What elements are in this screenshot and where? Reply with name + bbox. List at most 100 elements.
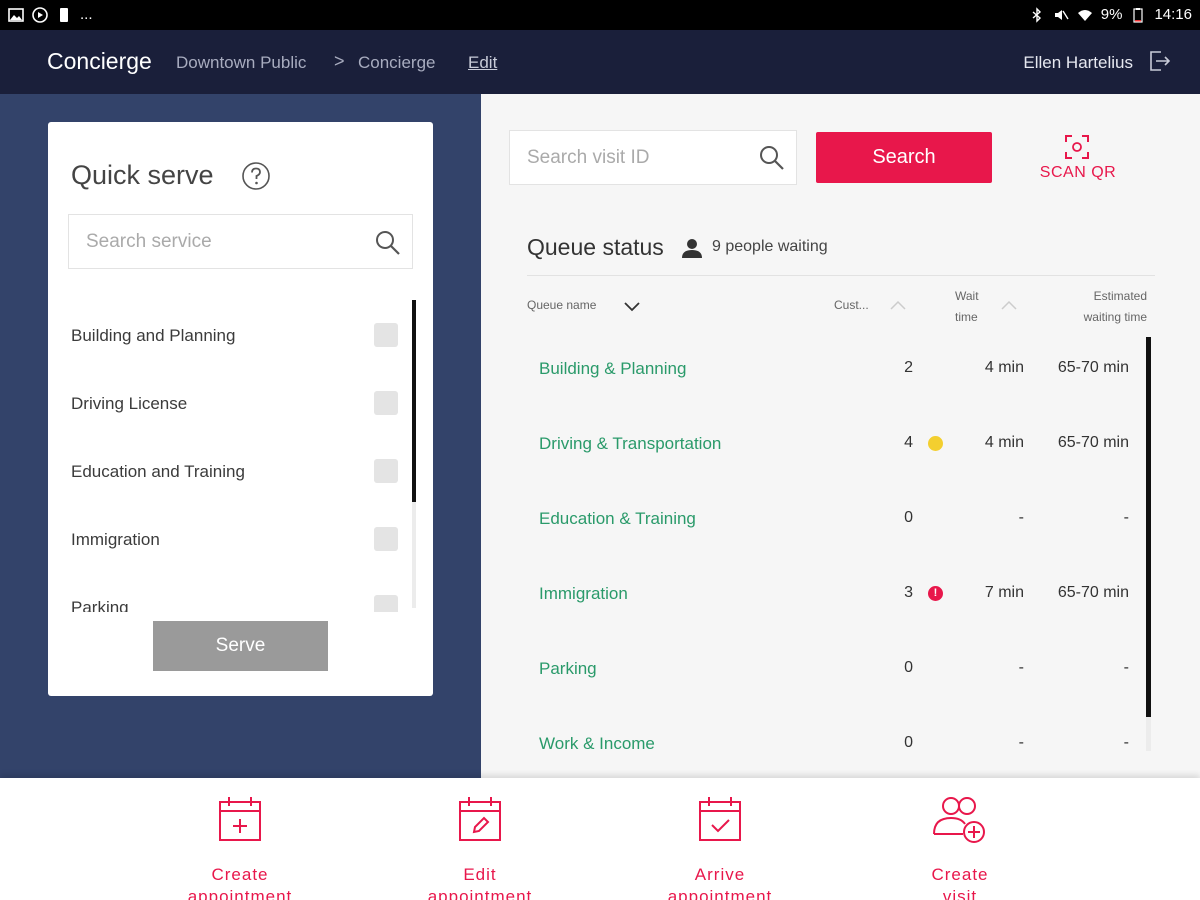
wait-time-line1: Wait	[955, 289, 979, 303]
column-header-wait-time[interactable]: Wait time	[955, 286, 979, 328]
column-header-estimated-waiting-time[interactable]: Estimated waiting time	[1047, 286, 1147, 328]
edit-link[interactable]: Edit	[468, 53, 497, 73]
bottom-action-bar: Create appointment Edit appointment Arri…	[0, 778, 1200, 900]
bluetooth-icon	[1032, 6, 1041, 23]
service-checkbox[interactable]	[374, 459, 398, 483]
chevron-up-icon[interactable]	[1000, 299, 1018, 311]
label-line: visit	[942, 887, 978, 900]
breadcrumb-concierge[interactable]: Concierge	[358, 53, 436, 73]
queue-name-link[interactable]: Education & Training	[539, 509, 696, 529]
person-icon	[682, 239, 702, 258]
queue-row[interactable]: Driving & Transportation 4 4 min 65-70 m…	[527, 424, 1147, 464]
divider	[527, 275, 1155, 276]
service-item[interactable]: Building and Planning	[71, 316, 401, 356]
chevron-down-icon[interactable]	[623, 301, 641, 313]
wait-time-line2: time	[955, 310, 978, 324]
serve-button[interactable]: Serve	[153, 621, 328, 671]
service-item[interactable]: Immigration	[71, 520, 401, 560]
queue-wait-time: -	[1018, 509, 1024, 526]
wifi-icon	[1077, 9, 1092, 21]
label-line: Create	[931, 865, 989, 884]
scan-qr-label: SCAN QR	[1039, 164, 1117, 181]
service-checkbox[interactable]	[374, 595, 398, 612]
service-label: Education and Training	[71, 462, 245, 481]
create-appointment-label: Create appointment	[165, 864, 315, 900]
queue-customers: 2	[904, 359, 913, 376]
arrive-appointment-button[interactable]: Arrive appointment	[645, 794, 795, 900]
visit-id-search-input[interactable]	[510, 131, 750, 184]
service-label: Building and Planning	[71, 326, 236, 345]
queue-estimated-time: 65-70 min	[1057, 584, 1129, 601]
breadcrumb-branch[interactable]: Downtown Public	[176, 53, 306, 73]
queue-wait-time: 4 min	[984, 434, 1024, 451]
service-search-input[interactable]	[69, 215, 369, 268]
queue-row[interactable]: Parking 0 - -	[527, 649, 1147, 689]
edit-appointment-label: Edit appointment	[405, 864, 555, 900]
estimated-line1: Estimated	[1093, 289, 1147, 303]
service-label: Parking	[71, 598, 129, 612]
more-notifications: ...	[80, 6, 93, 23]
queue-scrollbar-thumb[interactable]	[1146, 337, 1151, 717]
queue-name-link[interactable]: Building & Planning	[539, 359, 686, 379]
label-line: appointment	[667, 887, 773, 900]
user-name: Ellen Hartelius	[1023, 53, 1133, 72]
service-label: Immigration	[71, 530, 160, 549]
arrive-appointment-label: Arrive appointment	[645, 864, 795, 900]
label-line: appointment	[427, 887, 533, 900]
queue-row[interactable]: Immigration 3 ! 7 min 65-70 min	[527, 574, 1147, 614]
queue-estimated-time: -	[1123, 509, 1129, 526]
battery-percent: 9%	[1100, 6, 1123, 23]
service-scrollbar-thumb[interactable]	[412, 300, 416, 502]
quick-serve-title: Quick serve	[71, 160, 214, 190]
scan-qr-button[interactable]: SCAN QR	[1033, 132, 1123, 184]
quick-serve-card: Quick serve Building and Planning Drivin…	[48, 122, 433, 696]
search-icon[interactable]	[374, 229, 402, 257]
queue-wait-time: 4 min	[984, 359, 1024, 376]
app-title: Concierge	[47, 48, 152, 74]
service-item[interactable]: Driving License	[71, 384, 401, 424]
queue-wait-time: -	[1018, 659, 1024, 676]
service-checkbox[interactable]	[374, 323, 398, 347]
mute-icon	[1054, 9, 1069, 20]
queue-status-title: Queue status	[527, 234, 664, 260]
service-item[interactable]: Parking	[71, 588, 401, 612]
queue-name-link[interactable]: Driving & Transportation	[539, 434, 721, 454]
column-header-customers[interactable]: Cust...	[834, 295, 869, 316]
queue-name-link[interactable]: Work & Income	[539, 734, 655, 754]
create-visit-button[interactable]: Create visit	[885, 794, 1035, 900]
clock: 14:16	[1154, 6, 1192, 23]
service-checkbox[interactable]	[374, 527, 398, 551]
label-line: appointment	[187, 887, 293, 900]
queue-customers: 3	[904, 584, 913, 601]
service-item[interactable]: Education and Training	[71, 452, 401, 492]
queue-estimated-time: -	[1123, 659, 1129, 676]
queue-row[interactable]: Work & Income 0 - -	[527, 724, 1147, 764]
service-checkbox[interactable]	[374, 391, 398, 415]
create-appointment-button[interactable]: Create appointment	[165, 794, 315, 900]
play-notification-icon	[32, 6, 48, 23]
image-notification-icon	[8, 7, 24, 22]
help-icon[interactable]	[241, 161, 271, 191]
battery-icon	[1133, 7, 1144, 23]
queue-row[interactable]: Education & Training 0 - -	[527, 499, 1147, 539]
queue-estimated-time: 65-70 min	[1057, 359, 1129, 376]
logout-icon[interactable]	[1146, 48, 1172, 74]
column-header-queue-name[interactable]: Queue name	[527, 295, 596, 316]
visit-search-box	[509, 130, 797, 185]
queue-name-link[interactable]: Parking	[539, 659, 597, 679]
queue-row[interactable]: Building & Planning 2 4 min 65-70 min	[527, 349, 1147, 389]
edit-appointment-button[interactable]: Edit appointment	[405, 794, 555, 900]
search-icon[interactable]	[758, 144, 786, 172]
chevron-up-icon[interactable]	[889, 299, 907, 311]
queue-customers: 0	[904, 659, 913, 676]
calendar-add-icon	[219, 797, 261, 841]
search-button[interactable]: Search	[816, 132, 992, 183]
app-header: Concierge Downtown Public > Concierge Ed…	[0, 30, 1200, 94]
service-label: Driving License	[71, 394, 188, 413]
service-search-box	[68, 214, 413, 269]
queue-name-link[interactable]: Immigration	[539, 584, 628, 604]
label-line: Edit	[463, 865, 497, 884]
qr-scan-icon	[1065, 135, 1089, 159]
right-panel: Search SCAN QR Queue status 9 people wai…	[481, 94, 1200, 778]
calendar-edit-icon	[459, 797, 501, 841]
